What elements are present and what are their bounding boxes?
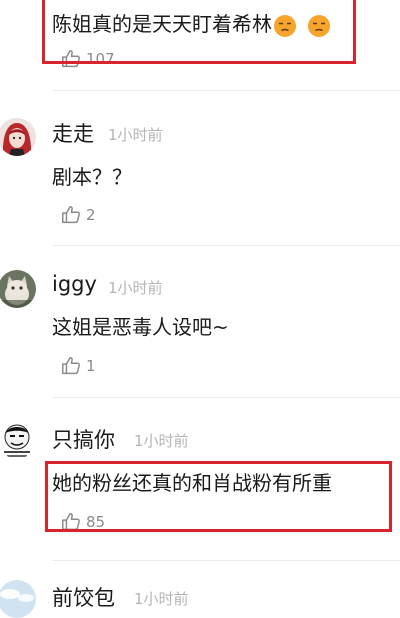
timestamp: 1小时前 xyxy=(134,432,189,450)
divider xyxy=(52,397,400,398)
avatar[interactable] xyxy=(0,580,36,618)
username[interactable]: 只搞你 xyxy=(52,424,115,454)
like-count: 1 xyxy=(86,357,96,375)
username[interactable]: iggy xyxy=(52,272,97,296)
timestamp: 1小时前 xyxy=(134,590,189,608)
username[interactable]: 前饺包 xyxy=(52,582,115,612)
highlight-box xyxy=(45,461,392,532)
timestamp: 1小时前 xyxy=(108,279,163,297)
like-button[interactable]: 1 xyxy=(60,355,96,377)
username[interactable]: 走走 xyxy=(52,118,94,148)
avatar[interactable] xyxy=(0,270,36,308)
divider xyxy=(52,90,400,91)
comment-text: 剧本？？ xyxy=(52,165,132,189)
like-count: 2 xyxy=(86,206,96,224)
like-button[interactable]: 2 xyxy=(60,204,96,226)
meme-face-avatar-icon xyxy=(0,421,36,459)
timestamp: 1小时前 xyxy=(108,126,163,144)
highlight-box xyxy=(42,0,356,64)
blue-sky-avatar-icon xyxy=(0,580,36,618)
avatar[interactable] xyxy=(0,118,36,156)
divider xyxy=(52,560,400,561)
thumbs-up-icon xyxy=(62,206,80,224)
avatar[interactable] xyxy=(0,421,36,459)
cat-avatar-icon xyxy=(0,270,36,308)
red-haired-girl-avatar-icon xyxy=(0,118,36,156)
divider xyxy=(52,245,400,246)
thumbs-up-icon xyxy=(62,357,80,375)
comment-text: 这姐是恶毒人设吧~ xyxy=(52,315,229,339)
